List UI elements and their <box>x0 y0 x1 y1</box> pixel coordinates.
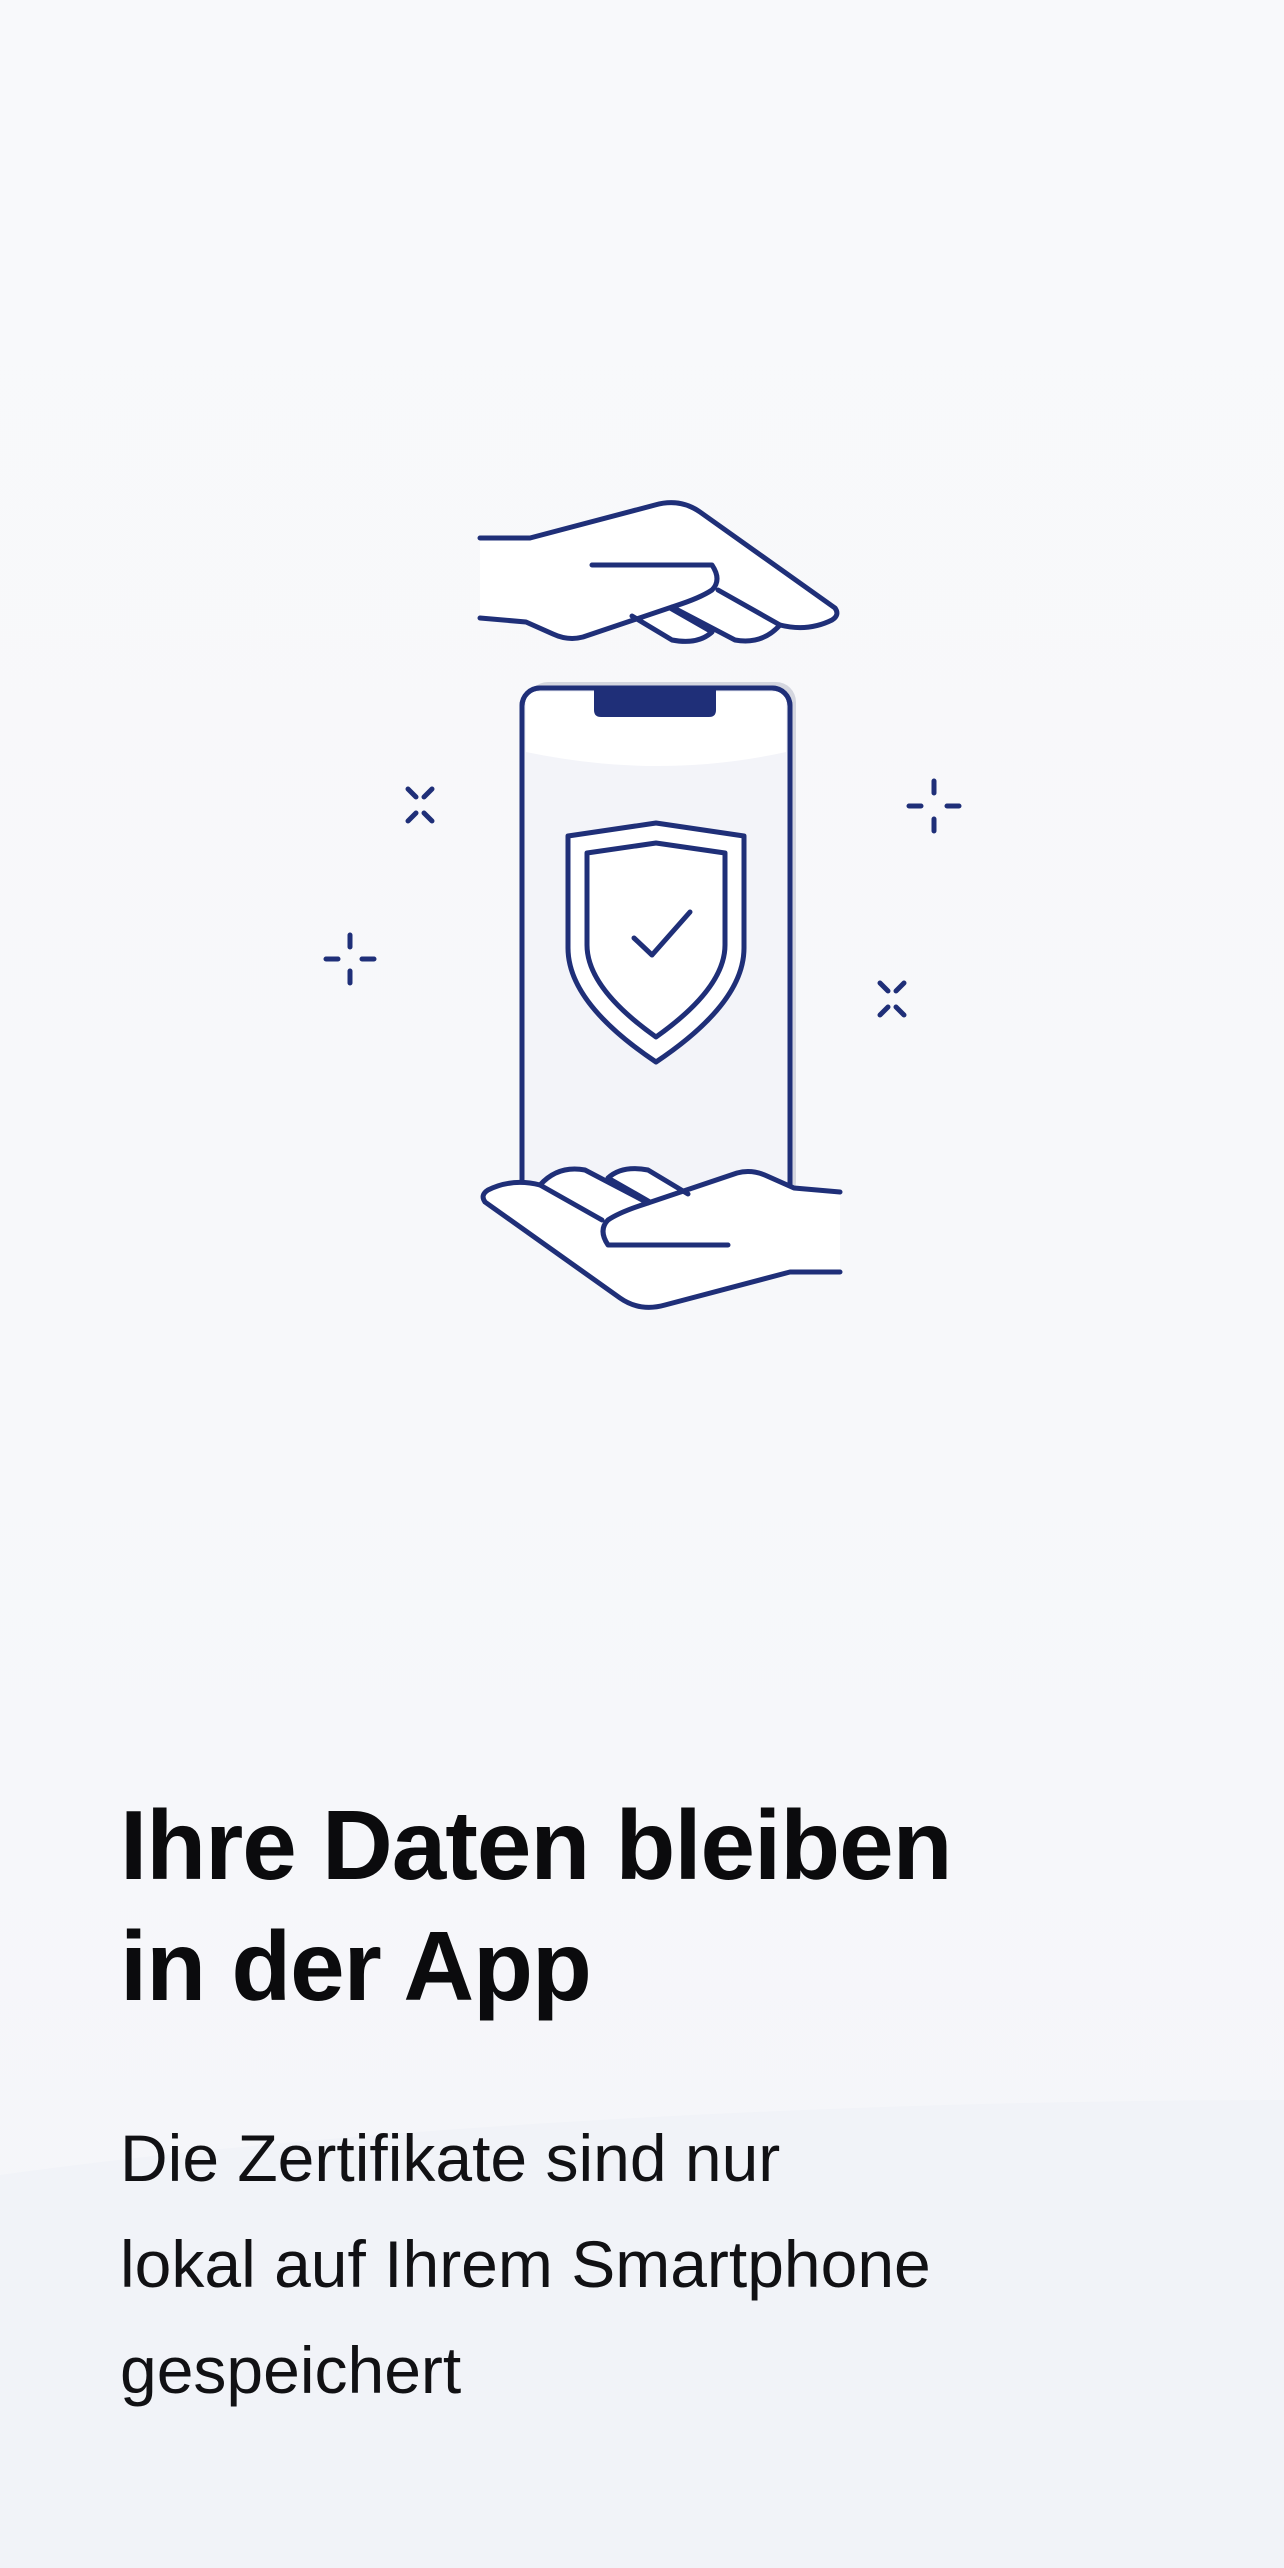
description-line: Die Zertifikate sind nur <box>120 2121 781 2195</box>
description-line: gespeichert <box>120 2333 462 2407</box>
description-line: lokal auf Ihrem Smartphone <box>120 2227 931 2301</box>
onboarding-title: Ihre Daten bleiben in der App <box>120 1785 1200 2027</box>
title-line: in der App <box>120 1911 592 2021</box>
privacy-illustration <box>323 500 962 1310</box>
onboarding-description: Die Zertifikate sind nur lokal auf Ihrem… <box>120 2105 1220 2423</box>
title-line: Ihre Daten bleiben <box>120 1790 953 1900</box>
hand-top-icon <box>477 500 840 644</box>
hand-bottom-icon <box>480 1166 843 1310</box>
